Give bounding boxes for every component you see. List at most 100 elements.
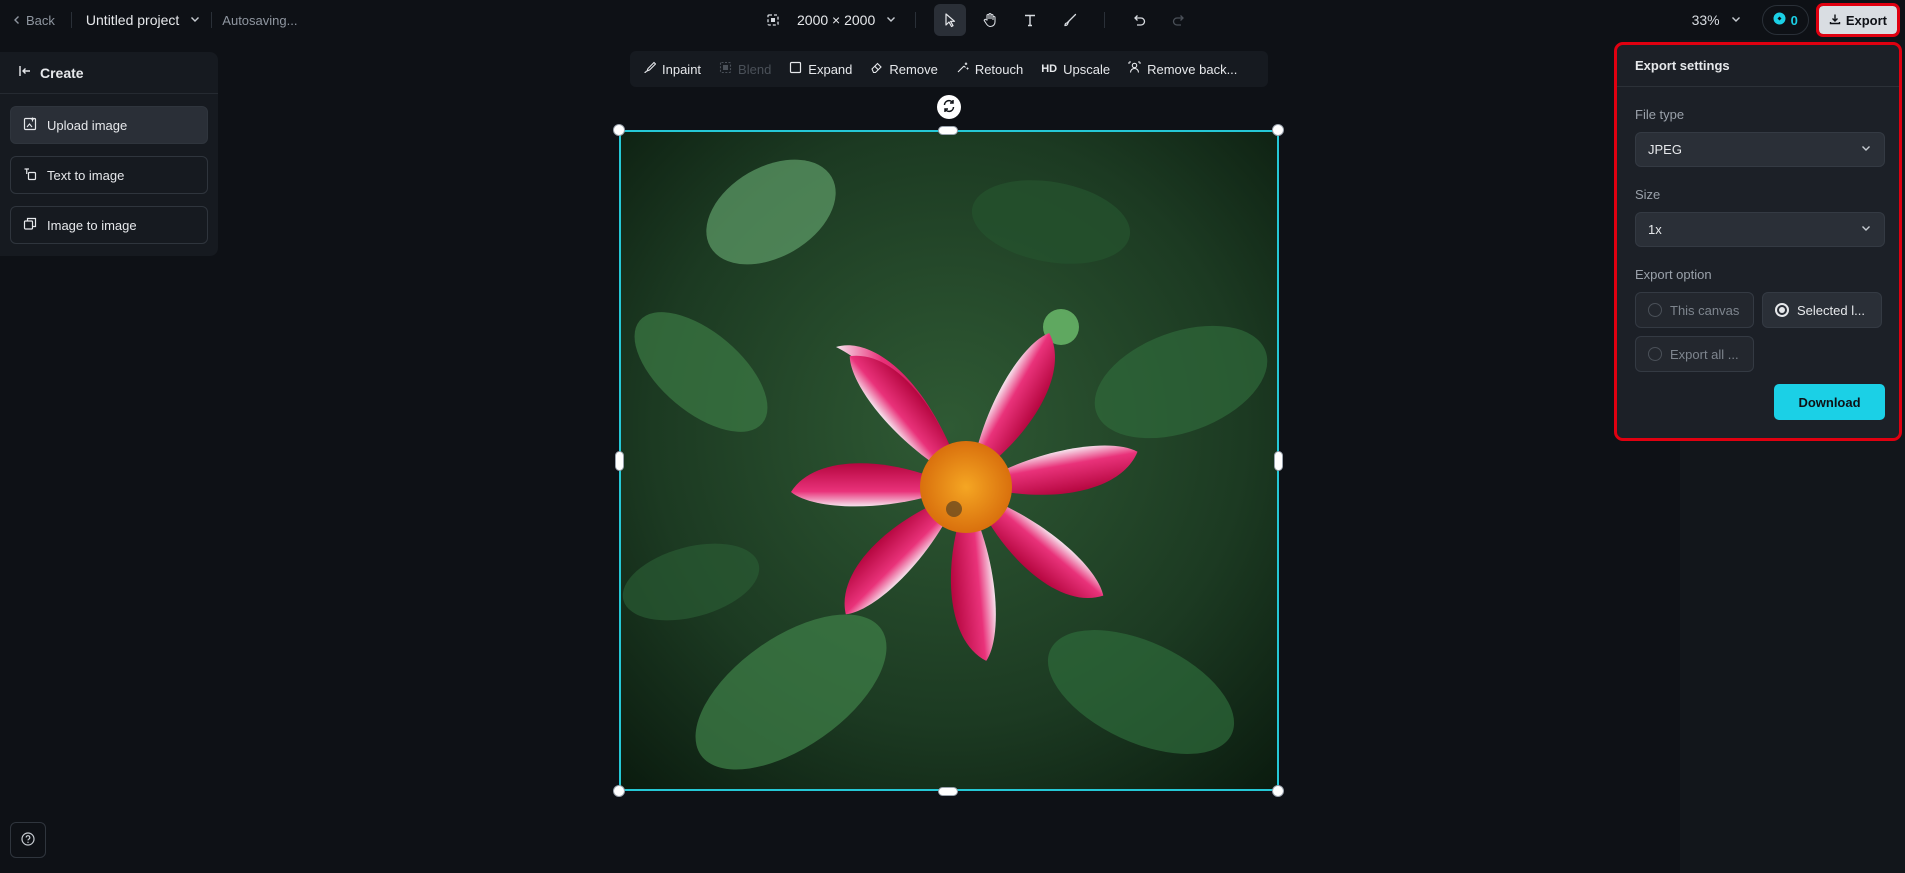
hand-tool-icon[interactable] xyxy=(974,4,1006,36)
top-center-tools: 2000 × 2000 xyxy=(757,0,1195,40)
export-option-group: This canvas Selected l... Export all ... xyxy=(1635,292,1885,372)
expand-button[interactable]: Expand xyxy=(782,61,859,77)
text-tool-icon[interactable] xyxy=(1014,4,1046,36)
top-bar: Back Untitled project Autosaving... 2000… xyxy=(0,0,1905,40)
project-name-dropdown[interactable]: Untitled project xyxy=(82,12,201,28)
file-type-value: JPEG xyxy=(1648,142,1682,157)
divider xyxy=(915,12,917,28)
download-button[interactable]: Download xyxy=(1774,384,1885,420)
help-icon xyxy=(21,831,35,849)
chevron-down-icon xyxy=(1860,142,1872,157)
back-label: Back xyxy=(26,12,55,28)
resize-handle-left[interactable] xyxy=(615,451,624,471)
size-select[interactable]: 1x xyxy=(1635,212,1885,247)
canvas-image[interactable] xyxy=(619,130,1279,791)
sidebar-item-upload-image[interactable]: Upload image xyxy=(10,106,208,144)
image-to-image-icon xyxy=(23,217,37,234)
hd-icon: HD xyxy=(1041,63,1058,75)
select-tool-icon[interactable] xyxy=(934,4,967,36)
upscale-button[interactable]: HD Upscale xyxy=(1034,62,1117,77)
resize-handle-top[interactable] xyxy=(938,126,958,135)
text-to-image-icon xyxy=(23,167,37,184)
retouch-label: Retouch xyxy=(974,61,1024,77)
remove-button[interactable]: Remove xyxy=(863,61,944,77)
inpaint-label: Inpaint xyxy=(662,61,702,77)
size-label: Size xyxy=(1635,187,1661,202)
canvas-size-dropdown[interactable]: 2000 × 2000 xyxy=(797,12,897,28)
rotate-handle[interactable] xyxy=(937,95,961,119)
flower-image xyxy=(621,132,1277,789)
blend-button[interactable]: Blend xyxy=(712,61,778,77)
sidebar-item-label: Image to image xyxy=(47,217,137,233)
export-label: Export xyxy=(1845,12,1887,28)
credits-count: 0 xyxy=(1790,12,1798,28)
option-this-canvas[interactable]: This canvas xyxy=(1635,292,1754,328)
divider xyxy=(1104,12,1106,28)
expand-icon xyxy=(789,61,802,77)
resize-canvas-icon[interactable] xyxy=(757,4,789,36)
chevron-left-icon xyxy=(12,13,22,28)
create-header[interactable]: Create xyxy=(0,52,218,94)
upscale-label: Upscale xyxy=(1063,61,1111,77)
resize-handle-right[interactable] xyxy=(1274,451,1283,471)
upload-image-icon xyxy=(23,116,37,134)
size-value: 1x xyxy=(1648,222,1662,237)
export-settings-panel: Export settings File type JPEG Size 1x E… xyxy=(1614,42,1902,441)
credit-icon xyxy=(1773,12,1786,28)
help-button[interactable] xyxy=(10,822,46,858)
remove-background-label: Remove back... xyxy=(1147,61,1238,77)
brush-tool-icon[interactable] xyxy=(1054,4,1086,36)
retouch-button[interactable]: Retouch xyxy=(949,61,1030,77)
top-right-group: 33% 0 Export xyxy=(1692,0,1905,40)
eraser-icon xyxy=(870,61,883,77)
top-left-group: Back Untitled project Autosaving... xyxy=(0,0,297,40)
create-sidebar: Create Upload image Text to image Image … xyxy=(0,52,218,256)
blend-icon xyxy=(719,61,732,77)
option-label: Selected l... xyxy=(1797,302,1865,318)
export-settings-title: Export settings xyxy=(1617,45,1899,87)
project-name: Untitled project xyxy=(85,12,180,28)
option-label: Export all ... xyxy=(1670,346,1739,362)
collapse-left-icon xyxy=(18,64,32,81)
zoom-dropdown[interactable]: 33% xyxy=(1692,12,1752,28)
blend-label: Blend xyxy=(738,61,772,77)
chevron-down-icon xyxy=(885,12,897,28)
credits-badge[interactable]: 0 xyxy=(1761,5,1809,35)
back-button[interactable]: Back xyxy=(6,13,61,28)
create-title: Create xyxy=(40,64,84,81)
undo-icon[interactable] xyxy=(1123,4,1155,36)
export-button[interactable]: Export xyxy=(1815,3,1901,37)
file-type-select[interactable]: JPEG xyxy=(1635,132,1885,167)
resize-handle-top-right[interactable] xyxy=(1272,124,1284,136)
remove-label: Remove xyxy=(889,61,938,77)
rotate-icon xyxy=(941,98,957,117)
export-option-label: Export option xyxy=(1635,267,1712,282)
redo-icon[interactable] xyxy=(1163,4,1195,36)
remove-background-icon xyxy=(1128,61,1141,77)
resize-handle-bottom[interactable] xyxy=(938,787,958,796)
zoom-value: 33% xyxy=(1691,12,1720,28)
sidebar-item-label: Text to image xyxy=(47,167,125,183)
sidebar-item-image-to-image[interactable]: Image to image xyxy=(10,206,208,244)
file-type-label: File type xyxy=(1635,107,1685,122)
image-edit-toolbar: Inpaint Blend Expand Remove Retouch HD U… xyxy=(630,51,1268,87)
remove-background-button[interactable]: Remove back... xyxy=(1121,61,1244,77)
radio-icon xyxy=(1648,347,1662,361)
resize-handle-bottom-left[interactable] xyxy=(613,785,625,797)
autosave-status: Autosaving... xyxy=(222,12,298,28)
resize-handle-top-left[interactable] xyxy=(613,124,625,136)
download-icon xyxy=(1829,13,1841,28)
resize-handle-bottom-right[interactable] xyxy=(1272,785,1284,797)
chevron-down-icon xyxy=(189,12,201,28)
chevron-down-icon xyxy=(1860,222,1872,237)
radio-icon xyxy=(1648,303,1662,317)
divider xyxy=(211,12,213,28)
option-label: This canvas xyxy=(1670,302,1740,318)
option-export-all[interactable]: Export all ... xyxy=(1635,336,1754,372)
inpaint-button[interactable]: Inpaint xyxy=(636,61,708,77)
sidebar-item-text-to-image[interactable]: Text to image xyxy=(10,156,208,194)
option-selected-layer[interactable]: Selected l... xyxy=(1762,292,1882,328)
radio-checked-icon xyxy=(1775,303,1789,317)
expand-label: Expand xyxy=(808,61,853,77)
inpaint-icon xyxy=(643,61,657,77)
